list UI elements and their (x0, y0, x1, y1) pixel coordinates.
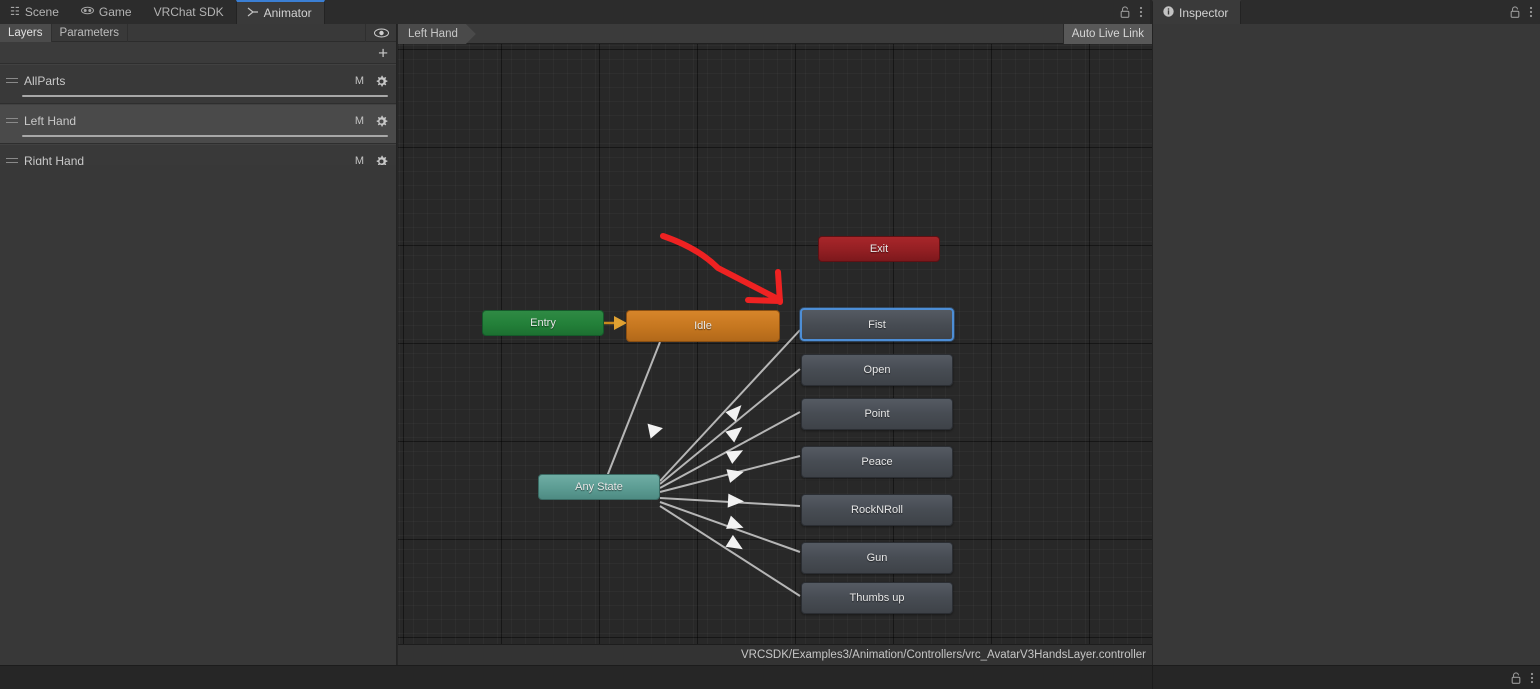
inspector-tab-bar: Inspector (1152, 0, 1540, 24)
drag-handle-icon[interactable] (6, 78, 18, 85)
tab-scene[interactable]: ☷ Scene (0, 0, 71, 24)
tab-parameters[interactable]: Parameters (52, 23, 128, 42)
node-entry[interactable]: Entry (482, 310, 604, 336)
info-icon (1163, 6, 1174, 20)
node-label: Entry (530, 317, 556, 329)
node-any-state[interactable]: Any State (538, 474, 660, 500)
graph-footer-bar: VRCSDK/Examples3/Animation/Controllers/v… (398, 644, 1152, 665)
node-point[interactable]: Point (801, 398, 953, 430)
auto-live-link-button[interactable]: Auto Live Link (1062, 24, 1152, 44)
node-label: Any State (575, 481, 623, 493)
layers-empty-area (0, 165, 396, 665)
tab-animator-label: Animator (263, 6, 312, 20)
node-gun[interactable]: Gun (801, 542, 953, 574)
animator-graph-panel: Left Hand Auto Live Link .tline { stroke… (398, 24, 1152, 665)
layer-row-allparts[interactable]: AllParts M (0, 64, 396, 104)
eye-icon[interactable] (366, 28, 396, 38)
breadcrumb-left-hand[interactable]: Left Hand (398, 24, 476, 44)
kebab-menu-icon[interactable] (1139, 6, 1143, 18)
kebab-menu-icon[interactable] (1529, 6, 1533, 18)
layer-mask-indicator: M (354, 115, 364, 127)
tab-parameters-label: Parameters (59, 26, 119, 39)
node-label: Point (864, 408, 890, 420)
layer-mask-indicator: M (354, 75, 364, 87)
node-thumbs-up[interactable]: Thumbs up (801, 582, 953, 614)
tab-game-label: Game (98, 5, 132, 19)
layer-weight-slider[interactable] (22, 95, 388, 97)
drag-handle-icon[interactable] (6, 158, 18, 165)
layer-weight-slider[interactable] (22, 135, 388, 137)
node-label: RockNRoll (851, 504, 903, 516)
node-label: Peace (861, 456, 893, 468)
transition-edges: .tline { stroke: #b6b6b6; stroke-width: … (603, 233, 801, 597)
node-label: Fist (868, 318, 886, 331)
node-rocknroll[interactable]: RockNRoll (801, 494, 953, 526)
node-label: Exit (869, 243, 889, 255)
status-bar-controls (1511, 666, 1534, 689)
node-exit[interactable]: Exit (818, 236, 940, 262)
lock-icon[interactable] (1120, 6, 1130, 18)
breadcrumb-bar: Left Hand Auto Live Link (398, 24, 1152, 44)
lock-icon[interactable] (1510, 6, 1520, 18)
node-label: Gun (866, 552, 888, 564)
node-peace[interactable]: Peace (801, 446, 953, 478)
gear-icon[interactable] (375, 75, 388, 93)
tab-scene-label: Scene (24, 5, 59, 19)
node-label: Idle (694, 320, 712, 332)
node-label: Thumbs up (849, 592, 905, 604)
tab-vrchat-sdk-label: VRChat SDK (153, 5, 224, 19)
tab-vrchat-sdk[interactable]: VRChat SDK (144, 0, 236, 24)
editor-tab-bar: ☷ Scene Game VRChat SDK Animator (0, 0, 1150, 24)
plus-icon[interactable]: + (378, 44, 388, 61)
inspector-window-controls (1510, 0, 1540, 24)
unity-editor-window: ☷ Scene Game VRChat SDK Animator Inspect… (0, 0, 1540, 689)
animator-icon (247, 7, 259, 20)
tab-animator[interactable]: Animator (235, 0, 325, 24)
animator-window-controls (1120, 0, 1150, 24)
tab-layers[interactable]: Layers (0, 23, 52, 42)
tab-inspector[interactable]: Inspector (1152, 0, 1242, 24)
gear-icon[interactable] (375, 115, 388, 133)
layers-panel-toolbar: Layers Parameters (0, 23, 396, 42)
breadcrumb-label: Left Hand (408, 28, 458, 40)
toolbar-spacer (128, 23, 366, 42)
drag-handle-icon[interactable] (6, 118, 18, 125)
node-fist[interactable]: Fist (800, 308, 954, 341)
node-label: Open (863, 364, 891, 376)
tab-game[interactable]: Game (71, 0, 144, 24)
auto-live-link-label: Auto Live Link (1071, 28, 1144, 40)
grid-icon: ☷ (10, 5, 20, 18)
inspector-panel (1152, 24, 1540, 665)
tab-layers-label: Layers (8, 26, 43, 39)
lock-icon[interactable] (1511, 672, 1521, 684)
layer-add-row: + (0, 42, 396, 64)
layer-name: Left Hand (24, 114, 77, 128)
red-annotation-arrow-stroke (660, 233, 783, 303)
layer-row-left-hand[interactable]: Left Hand M (0, 104, 396, 144)
layers-panel: Layers Parameters + AllParts M Left Hand (0, 23, 397, 665)
state-machine-canvas[interactable]: .tline { stroke: #b6b6b6; stroke-width: … (398, 44, 1152, 644)
controller-path-label: VRCSDK/Examples3/Animation/Controllers/v… (740, 649, 1146, 661)
tab-inspector-label: Inspector (1179, 6, 1229, 20)
node-idle[interactable]: Idle (626, 310, 780, 342)
status-bar-divider (1152, 666, 1153, 689)
editor-status-bar (0, 665, 1540, 689)
kebab-menu-icon[interactable] (1530, 672, 1534, 684)
node-open[interactable]: Open (801, 354, 953, 386)
layer-name: AllParts (24, 74, 66, 88)
gamepad-icon (80, 6, 94, 18)
